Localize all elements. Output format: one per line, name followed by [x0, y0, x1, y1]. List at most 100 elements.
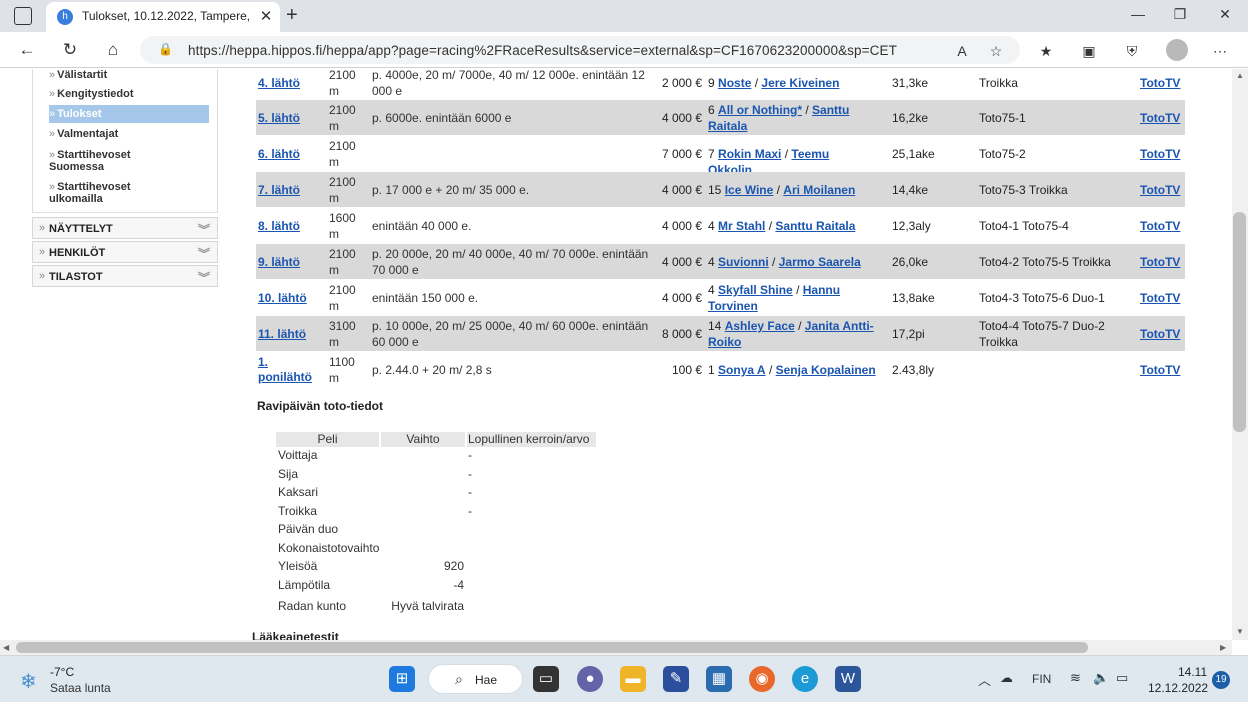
tototv-link[interactable]: TotoTV — [1140, 363, 1180, 377]
language-indicator[interactable]: FIN — [1032, 672, 1051, 686]
race-link[interactable]: 8. lähtö — [258, 219, 300, 233]
toto-row: Kaksari - — [276, 485, 596, 503]
sidebar-item-tulokset[interactable]: » Tulokset — [49, 105, 209, 123]
sidebar-item-label: Valmentajat — [57, 128, 119, 140]
race-link[interactable]: 10. lähtö — [258, 291, 307, 305]
column-header-vaihto: Vaihto — [381, 432, 465, 447]
vertical-scroll-thumb[interactable] — [1233, 212, 1246, 432]
horse-link[interactable]: Sonya A — [718, 363, 766, 377]
sidebar-item-kengitystiedot[interactable]: » Kengitystiedot — [49, 88, 209, 100]
back-icon[interactable]: ← — [16, 39, 38, 61]
horse-link[interactable]: Noste — [718, 76, 751, 90]
tototv-link[interactable]: TotoTV — [1140, 147, 1180, 161]
clock-date[interactable]: 12.12.2022 — [1148, 681, 1208, 695]
shield-icon[interactable]: ⛨ — [1122, 41, 1142, 61]
chevron-up-icon[interactable]: ︿ — [978, 670, 991, 689]
horse-link[interactable]: Suvionni — [718, 255, 769, 269]
browser-tab[interactable]: h Tulokset, 10.12.2022, Tampere, Te ✕ — [46, 2, 280, 32]
sidebar-item-starttihevoset-suomessa[interactable]: » Starttihevoset Suomessa — [49, 149, 149, 173]
tototv-link[interactable]: TotoTV — [1140, 183, 1180, 197]
lock-icon[interactable]: 🔒 — [158, 42, 173, 56]
tototv-link[interactable]: TotoTV — [1140, 327, 1180, 341]
restore-icon[interactable]: ❐ — [1170, 6, 1190, 23]
windows-start-icon[interactable]: ⊞ — [389, 666, 415, 692]
prize-terms: p. 4000e, 20 m/ 7000e, 40 m/ 12 000e. en… — [372, 69, 645, 98]
sidebar-item-valmentajat[interactable]: » Valmentajat — [49, 128, 209, 140]
horse-link[interactable]: Ice Wine — [725, 183, 774, 197]
horse-link[interactable]: Rokin Maxi — [718, 147, 781, 161]
winner-number: 7 — [708, 147, 715, 161]
race-link[interactable]: 7. lähtö — [258, 183, 300, 197]
url-field[interactable]: 🔒 https://heppa.hippos.fi/heppa/app?page… — [140, 36, 1020, 64]
toto-game: Yleisöä — [278, 559, 318, 573]
toto-value: - — [468, 504, 472, 518]
race-link[interactable]: 11. lähtö — [258, 327, 306, 341]
race-link[interactable]: 6. lähtö — [258, 147, 300, 161]
battery-icon[interactable]: ▭ — [1116, 670, 1128, 686]
race-link[interactable]: 5. lähtö — [258, 111, 300, 125]
firefox-icon[interactable]: ◉ — [749, 666, 775, 692]
task-view-icon[interactable]: ▭ — [533, 666, 559, 692]
close-tab-icon[interactable]: ✕ — [258, 7, 274, 25]
teams-chat-icon[interactable]: ● — [577, 666, 603, 692]
volume-icon[interactable]: 🔈 — [1093, 670, 1109, 686]
driver-link[interactable]: Jere Kiveinen — [761, 76, 839, 90]
refresh-icon[interactable]: ↻ — [59, 39, 81, 61]
clock-time[interactable]: 14.11 — [1178, 665, 1207, 679]
horse-link[interactable]: All or Nothing* — [718, 103, 802, 117]
driver-link[interactable]: Santtu Raitala — [775, 219, 855, 233]
favorites-icon[interactable]: ★ — [1036, 41, 1056, 61]
race-link[interactable]: 4. lähtö — [258, 76, 300, 90]
minimize-icon[interactable]: — — [1128, 6, 1148, 22]
race-link[interactable]: 9. lähtö — [258, 255, 300, 269]
category-nayttelyt[interactable]: » NÄYTTELYT ︾ — [32, 217, 218, 239]
horse-link[interactable]: Skyfall Shine — [718, 283, 793, 297]
sidebar-item-label: Starttihevoset Suomessa — [49, 149, 131, 173]
app-icon[interactable]: ✎ — [663, 666, 689, 692]
profile-avatar[interactable] — [1166, 39, 1188, 61]
driver-link[interactable]: Jarmo Saarela — [779, 255, 861, 269]
horizontal-scroll-thumb[interactable] — [16, 642, 1088, 653]
horse-link[interactable]: Mr Stahl — [718, 219, 765, 233]
weather-temperature[interactable]: -7°C — [50, 665, 74, 679]
driver-link[interactable]: Ari Moilanen — [783, 183, 855, 197]
tototv-link[interactable]: TotoTV — [1140, 291, 1180, 305]
url-text: https://heppa.hippos.fi/heppa/app?page=r… — [188, 43, 897, 58]
category-tilastot[interactable]: » TILASTOT ︾ — [32, 265, 218, 287]
prize-terms: p. 6000e. enintään 6000 e — [372, 111, 512, 125]
new-tab-icon[interactable]: + — [286, 4, 298, 27]
tototv-link[interactable]: TotoTV — [1140, 255, 1180, 269]
sidebar-item-valistartit[interactable]: » Välistartit — [49, 69, 209, 81]
file-explorer-icon[interactable]: ▬ — [620, 666, 646, 692]
sidebar-item-starttihevoset-ulkomailla[interactable]: » Starttihevoset ulkomailla — [49, 181, 149, 205]
race-link[interactable]: 1. ponilähtö — [258, 355, 316, 385]
winner-number: 1 — [708, 363, 715, 377]
toto-game: Päivän duo — [278, 522, 339, 536]
snowflake-icon[interactable]: ❄ — [20, 669, 37, 694]
tototv-link[interactable]: TotoTV — [1140, 219, 1180, 233]
wifi-icon[interactable]: ≋ — [1070, 670, 1081, 686]
tototv-link[interactable]: TotoTV — [1140, 111, 1180, 125]
driver-link[interactable]: Senja Kopalainen — [776, 363, 876, 377]
weather-condition[interactable]: Sataa lunta — [50, 681, 111, 695]
onedrive-icon[interactable]: ☁ — [1000, 670, 1013, 686]
category-henkilot[interactable]: » HENKILÖT ︾ — [32, 241, 218, 263]
toto-row: Kokonaistotovaihto — [276, 541, 596, 559]
close-window-icon[interactable]: ✕ — [1215, 6, 1235, 23]
more-options-icon[interactable]: ⋯ — [1210, 41, 1230, 61]
collections-icon[interactable]: ▣ — [1079, 41, 1099, 61]
taskbar-search-button[interactable]: ⌕ Hae — [428, 664, 523, 694]
word-icon[interactable]: W — [835, 666, 861, 692]
tototv-link[interactable]: TotoTV — [1140, 76, 1180, 90]
read-aloud-icon[interactable]: A — [952, 41, 972, 61]
toto-row: Päivän duo — [276, 522, 596, 540]
store-icon[interactable]: ▦ — [706, 666, 732, 692]
notification-badge[interactable]: 19 — [1212, 671, 1230, 689]
tab-actions-icon[interactable] — [14, 7, 32, 25]
edge-icon[interactable]: e — [792, 666, 818, 692]
first-prize: 8 000 € — [661, 327, 702, 341]
home-icon[interactable]: ⌂ — [102, 39, 124, 61]
horse-link[interactable]: Ashley Face — [725, 319, 795, 333]
add-favorite-icon[interactable]: ☆ — [986, 41, 1006, 61]
toto-games: Toto75-1 — [979, 111, 1026, 125]
